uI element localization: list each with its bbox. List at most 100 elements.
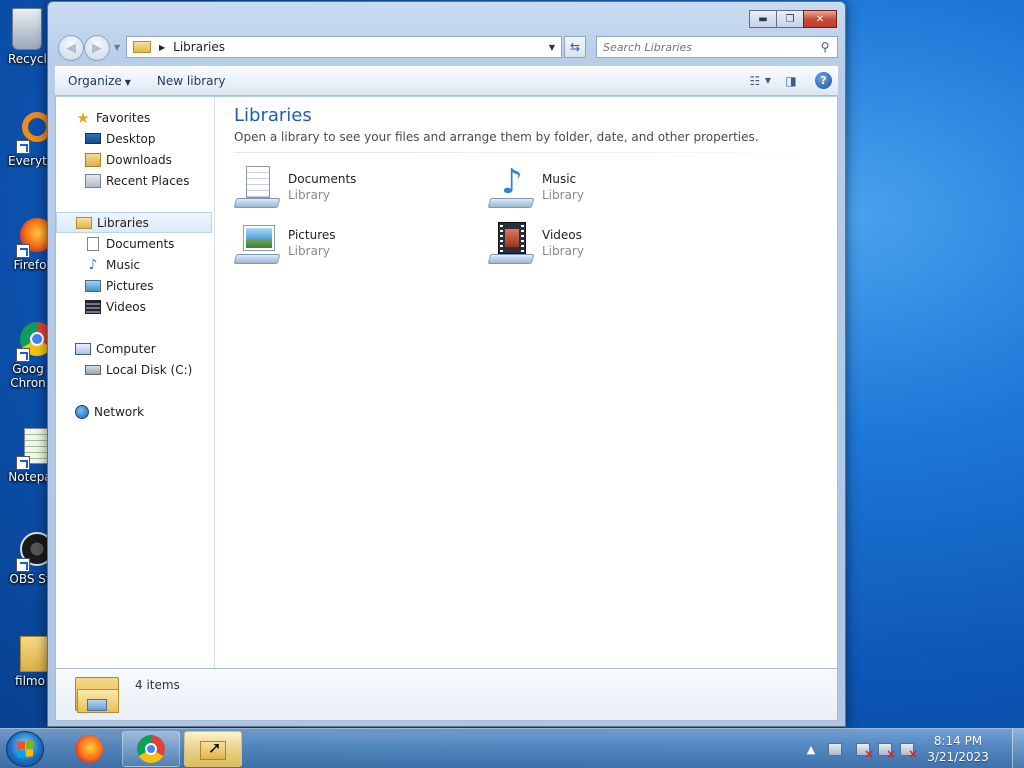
library-videos[interactable]: Videos Library <box>487 217 738 269</box>
nav-network[interactable]: Network <box>56 401 214 422</box>
library-documents[interactable]: Documents Library <box>233 161 484 213</box>
preview-pane-button[interactable]: ◨ <box>777 70 805 92</box>
nav-label: Desktop <box>106 131 156 146</box>
library-pictures[interactable]: Pictures Library <box>233 217 484 269</box>
new-library-button[interactable]: New library <box>144 74 239 88</box>
nav-favorites[interactable]: ★ Favorites <box>56 107 214 128</box>
volume-muted-icon[interactable] <box>900 742 918 761</box>
desktop-icon-everything[interactable]: Everyth <box>0 112 52 168</box>
nav-downloads[interactable]: Downloads <box>56 149 214 170</box>
pictures-icon <box>85 279 101 292</box>
document-icon <box>87 236 99 251</box>
address-bar[interactable]: ▶ Libraries ▼ <box>126 36 562 58</box>
nav-desktop[interactable]: Desktop <box>56 128 214 149</box>
libraries-folder-icon <box>75 675 119 715</box>
nav-pictures[interactable]: Pictures <box>56 275 214 296</box>
arrow-left-icon: ◀ <box>66 40 76 56</box>
help-icon: ? <box>820 74 827 87</box>
obs-icon <box>12 530 54 572</box>
clock-date: 3/21/2023 <box>927 750 989 764</box>
preview-pane-icon: ◨ <box>785 73 797 88</box>
notepad-icon <box>12 428 52 470</box>
taskbar-explorer[interactable]: ➚ <box>184 731 242 767</box>
forward-button[interactable]: ▶ <box>84 35 110 61</box>
desktop-icon-label: Notepa <box>8 470 52 484</box>
desktop-icon-notepad[interactable]: Notepa <box>0 428 52 484</box>
breadcrumb-chevron-icon[interactable]: ▶ <box>159 43 165 52</box>
divider <box>234 152 824 153</box>
minimize-button[interactable]: ▬ <box>749 10 777 28</box>
nav-libraries[interactable]: Libraries <box>56 212 212 233</box>
library-kind: Library <box>288 188 330 202</box>
window-controls: ▬ ❐ ✕ <box>749 10 837 28</box>
desktop-icon-recycle-bin[interactable]: Recycle <box>0 8 52 66</box>
pictures-library-icon <box>233 220 282 266</box>
nav-label: Videos <box>106 299 146 314</box>
search-box[interactable]: ⚲ <box>596 36 838 58</box>
view-dropdown-icon[interactable]: ▼ <box>765 76 771 85</box>
desktop-icon-label: Goog Chron <box>10 362 46 390</box>
desktop-icon-obs[interactable]: OBS St <box>0 530 54 586</box>
nav-recent-places[interactable]: Recent Places <box>56 170 214 191</box>
library-kind: Library <box>542 244 584 258</box>
refresh-button[interactable]: ⇆ <box>564 36 586 58</box>
content-pane: Libraries Open a library to see your fil… <box>216 97 837 668</box>
network-disconnected-icon[interactable] <box>878 742 896 761</box>
recent-places-icon <box>85 173 101 188</box>
libraries-grid: Documents Library ♪ Music Library Pictures… <box>233 155 819 275</box>
maximize-button[interactable]: ❐ <box>776 10 804 28</box>
nav-label: Music <box>106 257 141 272</box>
film-icon <box>85 299 101 314</box>
chevron-up-icon: ▲ <box>806 742 816 756</box>
nav-label: Favorites <box>96 110 151 125</box>
close-button[interactable]: ✕ <box>803 10 837 28</box>
desktop-icon-label: Everyth <box>8 154 52 168</box>
library-kind: Library <box>288 244 330 258</box>
organize-menu[interactable]: Organize ▼ <box>55 74 144 88</box>
explorer-window: ▬ ❐ ✕ ◀ ▶ ▼ ▶ Libraries ▼ ⇆ ⚲ Organize▼ … <box>47 1 846 727</box>
nav-local-disk[interactable]: Local Disk (C:) <box>56 359 214 380</box>
recent-pages-dropdown-icon[interactable]: ▼ <box>114 43 120 52</box>
start-button[interactable] <box>6 731 44 767</box>
help-button[interactable]: ? <box>815 72 832 89</box>
taskbar-chrome[interactable] <box>122 731 180 767</box>
details-pane: 4 items <box>55 668 838 721</box>
nav-computer[interactable]: Computer <box>56 338 214 359</box>
desktop-icon-firefox[interactable]: Firefo <box>0 216 54 272</box>
recycle-bin-icon <box>12 8 42 50</box>
library-music[interactable]: ♪ Music Library <box>487 161 738 213</box>
nav-label: Downloads <box>106 152 172 167</box>
videos-library-icon <box>487 220 536 266</box>
action-center-icon[interactable] <box>828 742 842 756</box>
desktop-icon-filmora-folder[interactable]: filmo <box>0 632 54 688</box>
nav-videos[interactable]: Videos <box>56 296 214 317</box>
desktop-icon-label: Firefo <box>13 258 47 272</box>
hard-disk-icon <box>85 364 101 375</box>
shortcut-arrow-icon <box>16 348 30 362</box>
computer-icon <box>75 342 91 355</box>
search-icon[interactable]: ⚲ <box>817 40 833 54</box>
show-hidden-icons-button[interactable]: ▲ <box>802 741 820 757</box>
action-center-warning-icon[interactable] <box>856 742 874 761</box>
show-desktop-button[interactable] <box>1012 729 1024 768</box>
network-globe-icon <box>75 404 89 419</box>
breadcrumb-libraries[interactable]: Libraries <box>173 40 225 54</box>
shortcut-arrow-icon <box>16 456 30 470</box>
desktop-icon-chrome[interactable]: Goog Chron <box>0 320 54 390</box>
view-options-icon: ☷ <box>749 73 761 88</box>
libraries-folder-icon <box>133 41 151 53</box>
desktop-icon <box>85 133 101 144</box>
nav-music[interactable]: ♪ Music <box>56 254 214 275</box>
back-button[interactable]: ◀ <box>58 35 84 61</box>
clock[interactable]: 8:14 PM 3/21/2023 <box>918 733 998 765</box>
taskbar-firefox[interactable] <box>60 731 118 767</box>
desktop-icon-label: filmo <box>15 674 45 688</box>
caret-down-icon: ▼ <box>124 77 131 87</box>
address-dropdown-icon[interactable]: ▼ <box>549 43 555 52</box>
refresh-icon: ⇆ <box>569 40 581 54</box>
nav-label: Computer <box>96 341 156 356</box>
nav-label: Documents <box>106 236 175 251</box>
nav-documents[interactable]: Documents <box>56 233 214 254</box>
nav-label: Pictures <box>106 278 154 293</box>
search-input[interactable] <box>597 37 817 57</box>
